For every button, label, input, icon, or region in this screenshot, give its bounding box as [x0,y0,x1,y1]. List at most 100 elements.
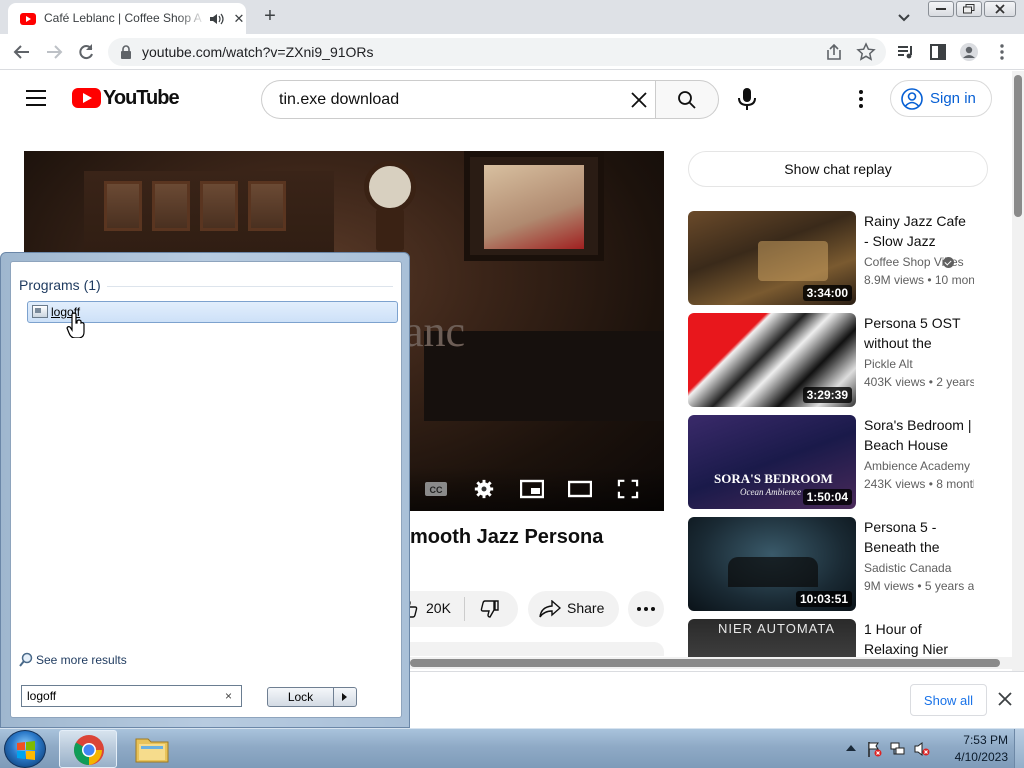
network-icon[interactable] [890,741,906,757]
recommended-video[interactable]: NIER AUTOMATA 1 Hour of Relaxing Nier Au… [688,619,988,657]
start-search-input[interactable]: logoff × [21,685,242,707]
new-tab-icon[interactable]: + [260,6,280,26]
horizontal-scroll-thumb[interactable] [410,659,1000,667]
chat-replay-label: Show chat replay [784,161,892,177]
taskbar-chrome-button[interactable] [59,730,117,768]
show-hidden-icons-arrow-icon[interactable] [846,745,856,751]
video-title[interactable]: Rainy Jazz Cafe - Slow Jazz [864,211,974,251]
forward-arrow-icon[interactable] [44,42,64,62]
tab-close-icon[interactable]: ✕ [232,12,246,26]
clear-search-icon[interactable] [630,91,648,109]
media-controls-icon[interactable] [896,42,916,62]
start-menu: Programs (1) logoff See more results [0,252,410,728]
tab-title-fade [178,7,206,31]
video-watermark-text: anc [404,307,466,356]
start-menu-results-panel: Programs (1) logoff See more results [10,261,402,718]
minimize-window-button[interactable] [928,1,954,17]
search-input[interactable]: tin.exe download [261,80,655,119]
close-download-bar-icon[interactable] [998,692,1012,706]
recommended-video[interactable]: SORA'S BEDROOM Ocean Ambience 1:50:04 So… [688,415,988,511]
vertical-scrollbar[interactable] [1012,71,1024,671]
video-thumbnail[interactable]: 3:34:00 [688,211,856,305]
more-options-icon[interactable] [858,90,864,108]
thumbnail-text: SORA'S BEDROOM [714,471,833,486]
channel-name[interactable]: Coffee Shop Vibes [864,255,974,269]
sign-in-button[interactable]: Sign in [890,80,992,117]
video-title[interactable]: Persona 5 OST without the vocals [864,313,974,353]
url-text[interactable]: youtube.com/watch?v=ZXni9_91ORs [142,44,374,60]
recommended-video[interactable]: 3:34:00 Rainy Jazz Cafe - Slow Jazz Coff… [688,211,988,307]
reload-icon[interactable] [76,42,96,62]
show-desktop-button[interactable] [1014,729,1024,768]
action-center-flag-icon[interactable] [866,741,882,757]
more-actions-button[interactable] [628,591,664,627]
share-arrow-icon [539,600,561,618]
settings-gear-icon[interactable] [472,479,496,499]
channel-name[interactable]: Pickle Alt [864,357,974,371]
channel-name[interactable]: Ambience Academy [864,459,974,473]
browser-tab[interactable]: Café Leblanc | Coffee Shop Ambience ✕ [8,3,246,34]
share-page-icon[interactable] [824,42,844,62]
video-title[interactable]: 1 Hour of Relaxing Nier Automata Music [864,619,974,657]
taskbar-file-explorer-button[interactable] [125,730,179,768]
dislike-thumb-icon[interactable] [480,600,500,618]
video-meta: 8.9M views • 10 months ago [864,273,974,287]
taskbar-clock-date[interactable]: 4/10/2023 [938,750,1008,764]
video-title[interactable]: Persona 5 - Beneath the Mask [864,517,974,557]
taskbar-clock-time[interactable]: 7:53 PM [938,733,1008,747]
fullscreen-icon[interactable] [616,479,640,499]
see-more-results-link[interactable]: See more results [36,653,127,667]
vertical-scroll-thumb[interactable] [1014,75,1022,217]
video-meta: 403K views • 2 years ago [864,375,974,389]
youtube-logo-text[interactable]: YouTube [103,87,180,110]
lock-icon[interactable] [120,45,132,59]
like-count[interactable]: 20K [426,600,451,616]
hamburger-menu-icon[interactable] [26,90,46,106]
video-thumbnail[interactable]: 3:29:39 [688,313,856,407]
recommended-video[interactable]: 3:29:39 Persona 5 OST without the vocals… [688,313,988,409]
youtube-logo-icon[interactable] [72,88,101,108]
tab-search-chevron-icon[interactable] [896,9,912,25]
channel-name[interactable]: Sadistic Canada [864,561,974,575]
microphone-icon[interactable] [737,88,757,110]
back-arrow-icon[interactable] [12,42,32,62]
shutdown-options-arrow-button[interactable] [334,687,357,707]
video-thumbnail[interactable]: 10:03:51 [688,517,856,611]
address-bar[interactable]: youtube.com/watch?v=ZXni9_91ORs [108,38,886,66]
video-title[interactable]: Sora's Bedroom | Beach House [864,415,974,455]
video-thumbnail[interactable]: NIER AUTOMATA [688,619,856,657]
search-query-text[interactable]: tin.exe download [279,91,399,109]
show-all-label: Show all [923,693,974,708]
share-button[interactable]: Share [528,591,619,627]
lock-button[interactable]: Lock [267,687,334,707]
programs-group-header: Programs (1) [19,277,101,293]
miniplayer-icon[interactable] [520,479,544,499]
svg-text:CC: CC [430,485,443,495]
restore-window-button[interactable] [956,1,982,17]
taskbar: 7:53 PM 4/10/2023 [0,728,1024,768]
close-window-button[interactable] [984,1,1016,17]
profile-avatar-icon[interactable] [959,42,979,62]
video-thumbnail[interactable]: SORA'S BEDROOM Ocean Ambience 1:50:04 [688,415,856,509]
start-button[interactable] [4,730,46,768]
share-label: Share [567,600,605,616]
browser-tab-strip: Café Leblanc | Coffee Shop Ambience ✕ + [0,0,1024,34]
thumbnail-subtext: Ocean Ambience [740,487,802,497]
audio-playing-icon[interactable] [210,13,224,25]
clear-start-search-icon[interactable]: × [225,689,232,703]
thumbnail-text: NIER AUTOMATA [718,621,836,636]
show-all-downloads-button[interactable]: Show all [910,684,987,716]
search-button[interactable] [655,80,719,119]
side-panel-icon[interactable] [928,42,948,62]
volume-muted-icon[interactable] [914,741,930,757]
search-icon [678,91,696,109]
show-chat-replay-button[interactable]: Show chat replay [688,151,988,187]
browser-menu-icon[interactable] [992,42,1012,62]
bookmark-star-icon[interactable] [856,42,876,62]
recommended-video[interactable]: 10:03:51 Persona 5 - Beneath the Mask Sa… [688,517,988,613]
sign-in-label: Sign in [930,90,976,107]
captions-icon[interactable]: CC [424,479,448,499]
start-search-text[interactable]: logoff [27,689,56,703]
video-duration: 10:03:51 [795,591,852,607]
theater-mode-icon[interactable] [568,479,592,499]
